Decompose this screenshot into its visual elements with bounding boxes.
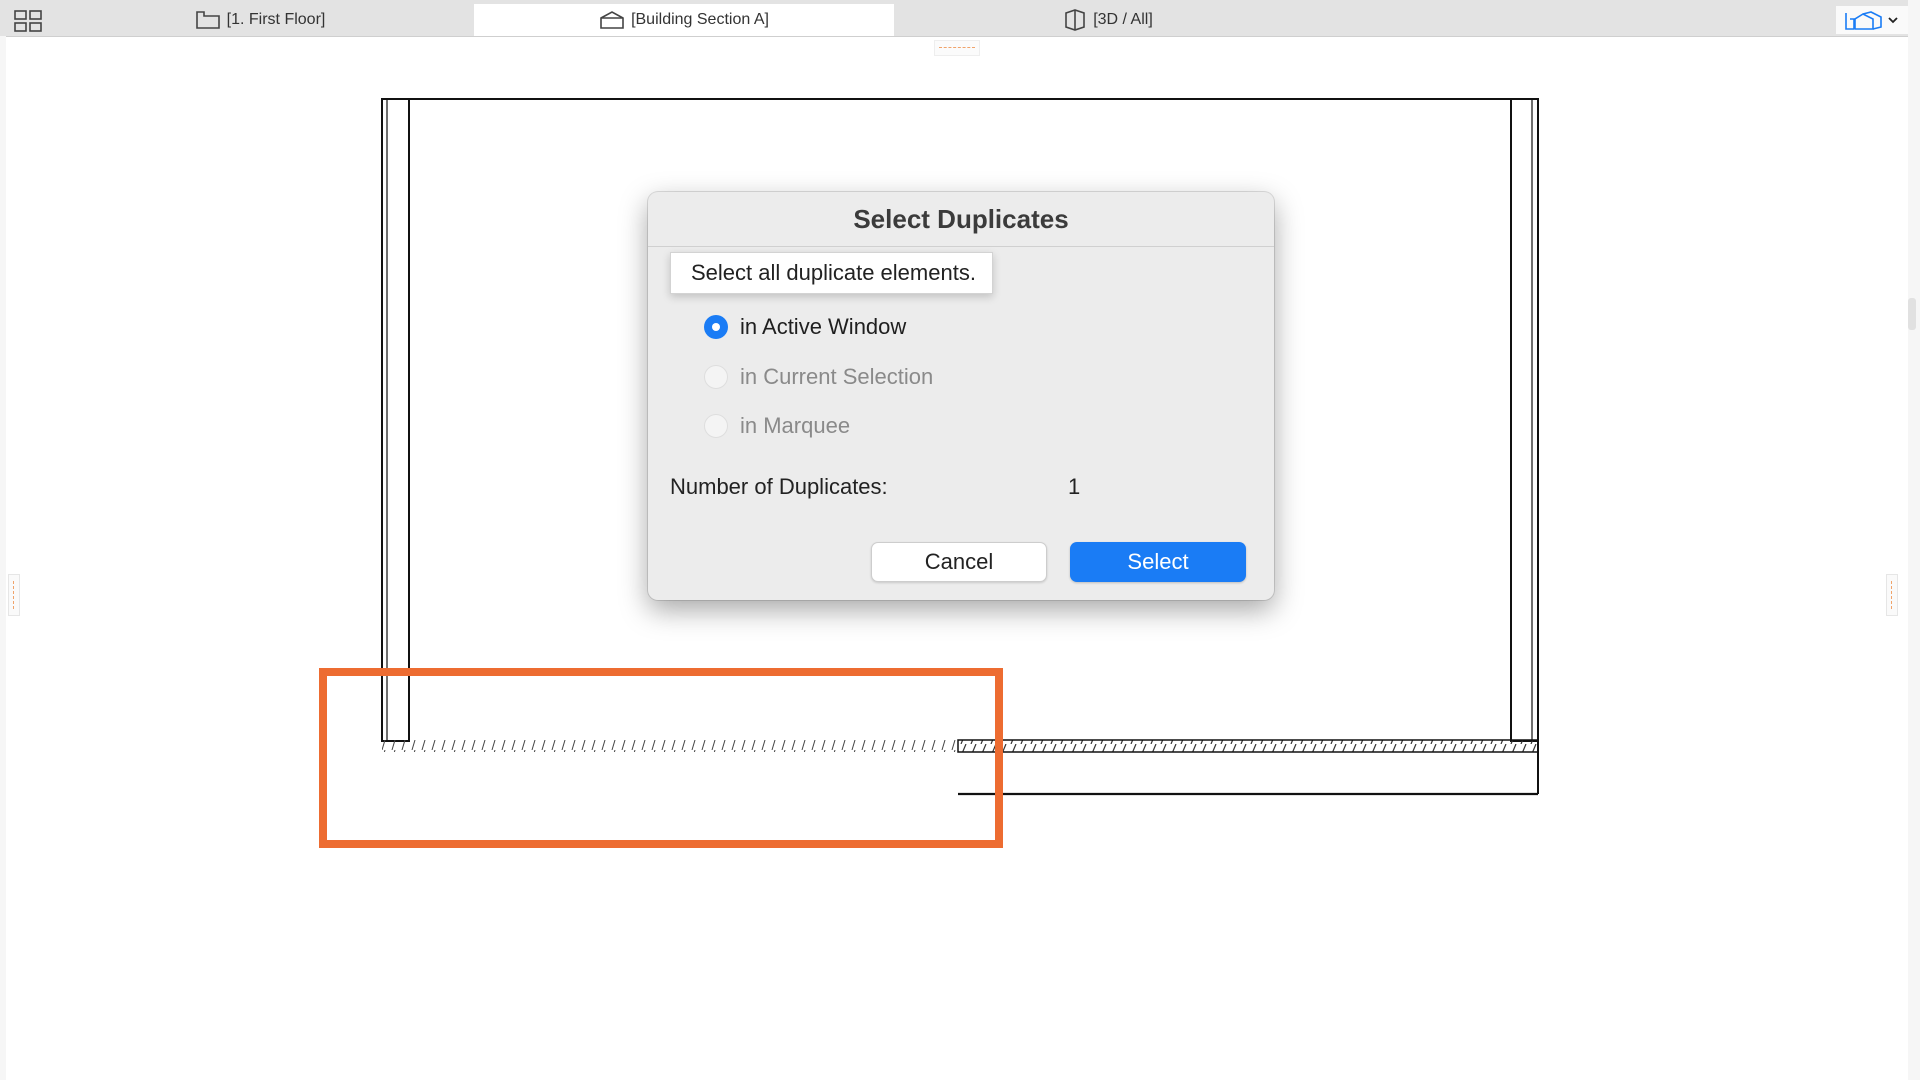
radio-selected-icon[interactable] (704, 315, 728, 339)
option-current-selection[interactable]: in Current Selection (704, 361, 933, 393)
cancel-button[interactable]: Cancel (871, 542, 1047, 582)
option-marquee[interactable]: in Marquee (704, 410, 850, 442)
radio-disabled-icon[interactable] (704, 414, 728, 438)
option-label: in Active Window (740, 314, 907, 339)
tooltip: Select all duplicate elements. (670, 252, 993, 294)
option-label: in Marquee (740, 413, 851, 438)
select-duplicates-dialog: Select Duplicates Select all duplicate e… (648, 192, 1274, 600)
option-label: in Current Selection (740, 364, 934, 389)
duplicates-count-label: Number of Duplicates: (670, 474, 888, 499)
highlight-box (319, 668, 1003, 848)
option-active-window[interactable]: in Active Window (704, 311, 906, 343)
floor-slab[interactable] (957, 739, 1539, 796)
select-button[interactable]: Select (1070, 542, 1246, 582)
radio-disabled-icon[interactable] (704, 365, 728, 389)
duplicates-count-value: 1 (1068, 474, 1081, 499)
dialog-title: Select Duplicates (648, 192, 1274, 247)
